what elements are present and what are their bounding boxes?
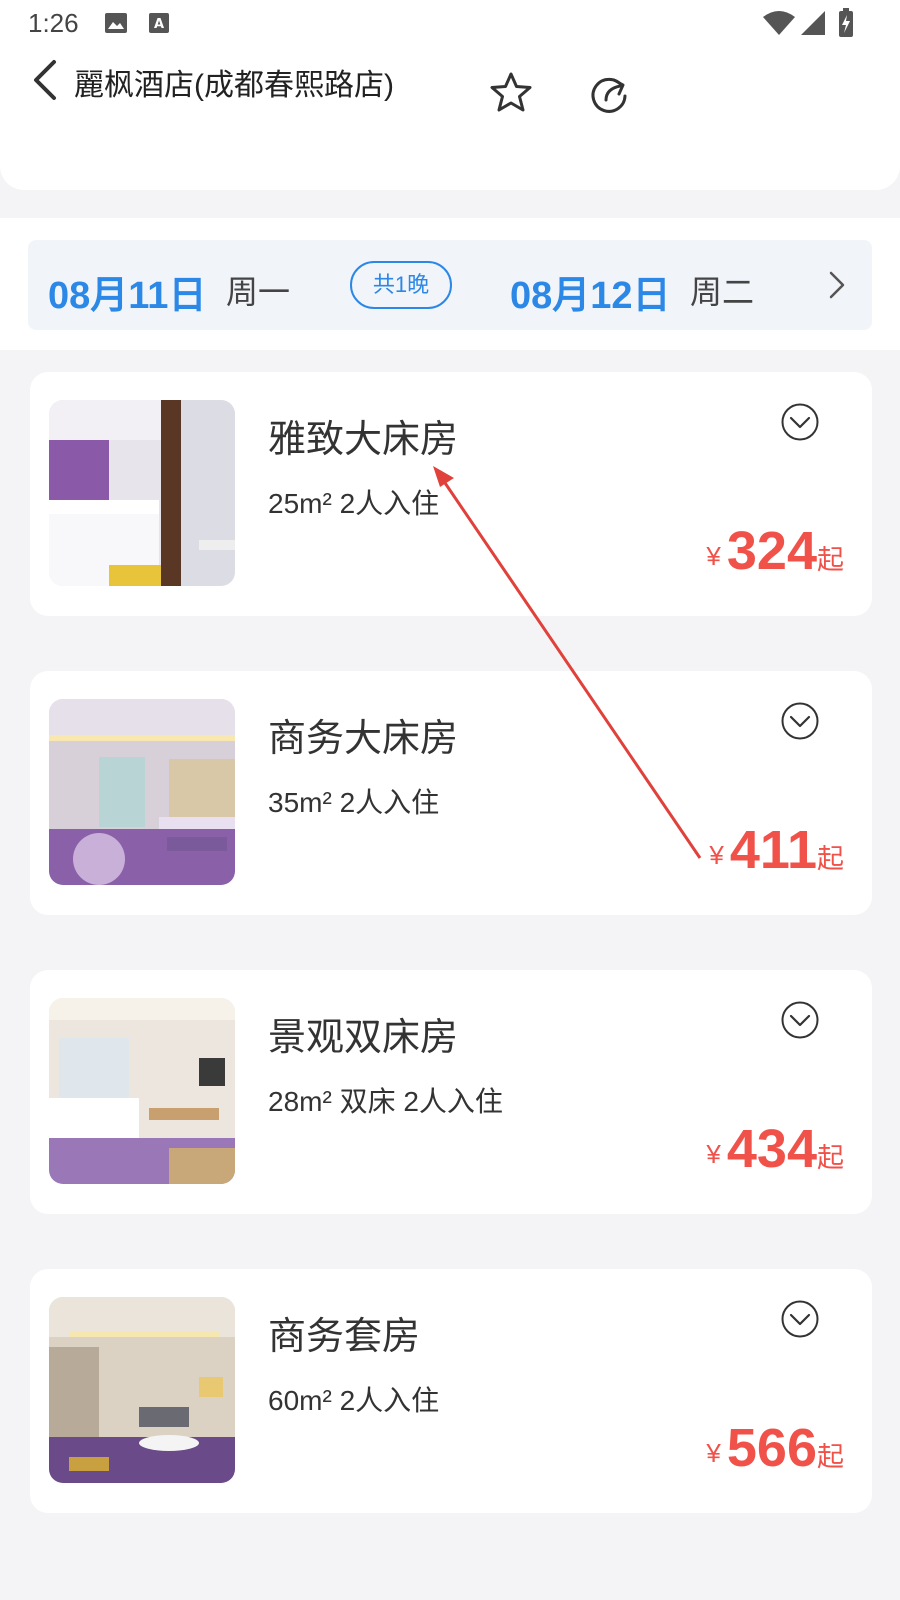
price: ¥566起 (706, 1417, 844, 1479)
room-name: 雅致大床房 (268, 419, 459, 461)
price-suffix: 起 (817, 844, 844, 874)
room-photo[interactable] (49, 998, 235, 1184)
price: ¥324起 (706, 520, 844, 582)
price-currency: ¥ (706, 1438, 721, 1468)
svg-text:A: A (154, 17, 164, 32)
room-card[interactable]: 雅致大床房 25m² 2人入住 ¥324起 (30, 372, 872, 616)
price-suffix: 起 (817, 545, 844, 575)
checkin-date[interactable]: 08月11日 (48, 264, 206, 319)
star-icon[interactable] (488, 70, 534, 116)
price-value: 324 (726, 521, 817, 581)
checkout-weekday: 周二 (690, 274, 755, 310)
price-currency: ¥ (709, 840, 724, 870)
chevron-right-icon[interactable] (828, 270, 846, 300)
battery-icon (839, 8, 853, 37)
hotel-name: 麗枫酒店(成都春熙路店) (74, 69, 394, 102)
room-photo[interactable] (49, 699, 235, 885)
price-value: 566 (726, 1418, 817, 1478)
price-value: 411 (729, 820, 817, 880)
room-spec: 28m² 双床 2人入住 (268, 1086, 503, 1117)
room-name: 商务套房 (268, 1316, 421, 1358)
price-suffix: 起 (817, 1143, 844, 1173)
signal-icon (801, 11, 825, 35)
room-spec: 60m² 2人入住 (268, 1385, 440, 1416)
room-name: 商务大床房 (268, 718, 459, 760)
price-currency: ¥ (706, 1139, 721, 1169)
room-photo[interactable] (49, 1297, 235, 1483)
status-bar: 1:26 A (0, 0, 900, 48)
room-card[interactable]: 商务套房 60m² 2人入住 ¥566起 (30, 1269, 872, 1513)
image-icon (105, 13, 127, 33)
price-currency: ¥ (706, 541, 721, 571)
date-selector[interactable]: 08月11日 周一 共1晚 08月12日 周二 (28, 240, 872, 330)
checkout-date[interactable]: 08月12日 (510, 264, 671, 319)
share-icon[interactable] (586, 70, 632, 116)
back-icon[interactable] (30, 58, 60, 102)
room-card[interactable]: 商务大床房 35m² 2人入住 ¥411起 (30, 671, 872, 915)
price-value: 434 (726, 1119, 817, 1179)
chevron-down-icon[interactable] (780, 402, 820, 442)
header-panel: 1:26 A 麗枫酒店(成都春熙路店) (0, 0, 900, 190)
room-name: 景观双床房 (268, 1017, 459, 1059)
chevron-down-icon[interactable] (780, 1000, 820, 1040)
room-card[interactable]: 景观双床房 28m² 双床 2人入住 ¥434起 (30, 970, 872, 1214)
price: ¥411起 (709, 819, 844, 881)
chevron-down-icon[interactable] (780, 701, 820, 741)
room-spec: 35m² 2人入住 (268, 787, 440, 818)
nights-badge: 共1晚 (350, 261, 452, 309)
status-time: 1:26 (28, 8, 79, 38)
date-section: 08月11日 周一 共1晚 08月12日 周二 (0, 218, 900, 350)
checkin-weekday: 周一 (226, 274, 291, 310)
price: ¥434起 (706, 1118, 844, 1180)
wifi-icon (763, 11, 795, 35)
room-spec: 25m² 2人入住 (268, 488, 440, 519)
font-icon: A (149, 13, 169, 33)
room-photo[interactable] (49, 400, 235, 586)
price-suffix: 起 (817, 1442, 844, 1472)
chevron-down-icon[interactable] (780, 1299, 820, 1339)
